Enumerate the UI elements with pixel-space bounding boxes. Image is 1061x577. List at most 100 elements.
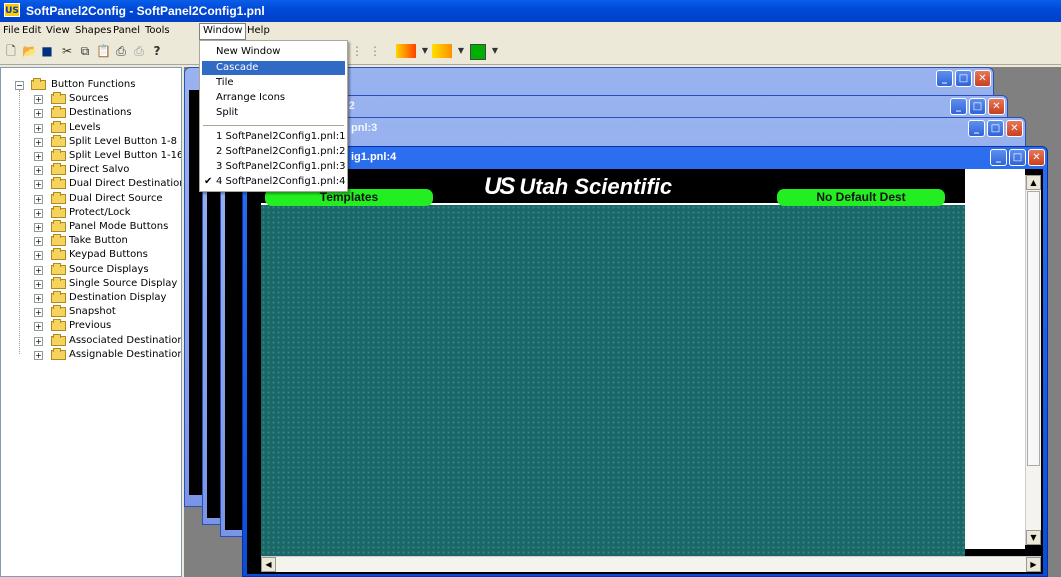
button-functions-tree: − Button Functions + Sources + Destinations + L…: [0, 67, 182, 577]
tree-item-label: Panel Mode Buttons: [69, 221, 169, 232]
close-icon[interactable]: ✕: [1028, 149, 1045, 166]
expand-icon[interactable]: +: [34, 350, 43, 360]
menu-window-2[interactable]: 2 SoftPanel2Config1.pnl:2: [202, 145, 345, 159]
expand-icon[interactable]: +: [34, 137, 43, 147]
maximize-icon[interactable]: □: [987, 120, 1004, 137]
close-icon[interactable]: ✕: [974, 70, 991, 87]
expand-icon[interactable]: +: [34, 194, 43, 204]
expand-icon[interactable]: +: [34, 308, 43, 318]
folder-icon: [51, 92, 66, 105]
scroll-thumb[interactable]: [1027, 191, 1040, 466]
toolbar: 🗋 📂 ■ ✂ ⧉ 📋 ⎙ ⎙ ? ⋮ ⋮ ▼ ▼ ▼: [0, 40, 1061, 65]
distribute-icon[interactable]: ⋮: [368, 44, 382, 58]
maximize-icon[interactable]: □: [1009, 149, 1026, 166]
line-color-icon[interactable]: [432, 44, 452, 58]
scroll-up-icon[interactable]: ▲: [1026, 175, 1041, 190]
scroll-left-icon[interactable]: ◀: [261, 557, 276, 572]
text-color-dropdown-icon[interactable]: ▼: [488, 44, 502, 58]
expand-icon[interactable]: +: [34, 251, 43, 261]
default-dest-bar[interactable]: No Default Dest: [777, 189, 945, 206]
expand-icon[interactable]: +: [34, 336, 43, 346]
expand-icon[interactable]: +: [34, 322, 43, 332]
tree-item-label: Protect/Lock: [69, 206, 131, 218]
align-icon[interactable]: ⋮: [350, 44, 364, 58]
document-window-4[interactable]: ig1.pnl:4 _ □ ✕ US Utah Scientific Templa…: [242, 146, 1048, 577]
collapse-icon[interactable]: −: [15, 81, 24, 90]
tree-item-label: Source Displays: [69, 263, 149, 275]
line-color-dropdown-icon[interactable]: ▼: [454, 44, 468, 58]
fill-color-icon[interactable]: [396, 44, 416, 58]
expand-icon[interactable]: +: [34, 180, 43, 190]
save-icon[interactable]: ■: [40, 44, 54, 58]
menu-tile[interactable]: Tile: [202, 76, 345, 90]
expand-icon[interactable]: +: [34, 279, 43, 289]
expand-icon[interactable]: +: [34, 237, 43, 247]
text-color-icon[interactable]: [470, 44, 486, 60]
menu-window-1[interactable]: 1 SoftPanel2Config1.pnl:1: [202, 130, 345, 144]
menu-window-3[interactable]: 3 SoftPanel2Config1.pnl:3: [202, 160, 345, 174]
folder-icon: [51, 149, 66, 161]
folder-icon: [51, 319, 66, 332]
scroll-down-icon[interactable]: ▼: [1026, 530, 1041, 545]
menu-arrange-icons[interactable]: Arrange Icons: [202, 91, 345, 105]
expand-icon[interactable]: +: [34, 123, 43, 133]
menu-tools[interactable]: Tools: [145, 25, 170, 36]
close-icon[interactable]: ✕: [988, 98, 1005, 115]
tree-item-label: Single Source Display: [69, 277, 178, 289]
menu-new-window[interactable]: New Window: [202, 45, 345, 59]
menu-shapes[interactable]: Shapes: [75, 25, 112, 36]
horizontal-scrollbar[interactable]: ◀ ▶: [261, 556, 1041, 572]
menu-edit[interactable]: Edit: [22, 25, 41, 36]
vertical-scrollbar[interactable]: ▲ ▼: [1025, 175, 1041, 545]
paste-icon[interactable]: 📋: [96, 44, 111, 58]
panel-view: US Utah Scientific Templates No Default D…: [247, 169, 1043, 574]
menu-panel[interactable]: Panel: [113, 25, 140, 36]
menu-window[interactable]: Window: [199, 23, 247, 40]
close-icon[interactable]: ✕: [1006, 120, 1023, 137]
fill-color-dropdown-icon[interactable]: ▼: [418, 44, 432, 58]
print-icon[interactable]: ⎙: [132, 44, 146, 58]
folder-icon: [51, 333, 66, 346]
folder-icon: [51, 106, 66, 119]
print-preview-icon[interactable]: ⎙: [114, 44, 128, 58]
minimize-icon[interactable]: _: [936, 70, 953, 87]
menu-cascade[interactable]: Cascade: [202, 61, 345, 75]
expand-icon[interactable]: +: [34, 223, 43, 232]
folder-icon: [51, 291, 66, 303]
folder-icon: [51, 163, 66, 176]
menu-split[interactable]: Split: [202, 106, 345, 120]
expand-icon[interactable]: +: [34, 208, 43, 218]
folder-icon: [51, 134, 66, 147]
tree-item-label: Assignable Destinations: [69, 348, 182, 360]
folder-icon: [51, 262, 66, 275]
expand-icon[interactable]: +: [34, 109, 43, 119]
folder-icon: [51, 248, 66, 261]
cut-icon[interactable]: ✂: [60, 44, 74, 58]
minimize-icon[interactable]: _: [950, 98, 967, 115]
folder-icon: [51, 120, 66, 133]
expand-icon[interactable]: +: [34, 294, 43, 303]
help-icon[interactable]: ?: [150, 44, 164, 58]
expand-icon[interactable]: +: [34, 166, 43, 176]
window-4-title[interactable]: ig1.pnl:4: [243, 147, 1047, 167]
panel-canvas[interactable]: [261, 203, 965, 571]
open-icon[interactable]: 📂: [22, 44, 37, 58]
menu-window-4[interactable]: ✔ 4 SoftPanel2Config1.pnl:4: [202, 175, 345, 189]
scroll-right-icon[interactable]: ▶: [1026, 557, 1041, 572]
expand-icon[interactable]: +: [34, 152, 43, 161]
expand-icon[interactable]: +: [34, 95, 43, 105]
minimize-icon[interactable]: _: [968, 120, 985, 137]
minimize-icon[interactable]: _: [990, 149, 1007, 166]
menu-view[interactable]: View: [46, 25, 70, 36]
menu-help[interactable]: Help: [247, 25, 270, 36]
folder-icon: [51, 220, 66, 232]
maximize-icon[interactable]: □: [955, 70, 972, 87]
copy-icon[interactable]: ⧉: [78, 44, 92, 58]
maximize-icon[interactable]: □: [969, 98, 986, 115]
new-icon[interactable]: 🗋: [4, 44, 18, 58]
expand-icon[interactable]: +: [34, 265, 43, 275]
menu-file[interactable]: File: [3, 25, 20, 36]
menu-bar: File Edit View Shapes Panel Tools Window…: [0, 22, 1061, 40]
tree-item-label: Associated Destinations: [69, 334, 182, 346]
tree-item-label: Destinations: [69, 107, 132, 119]
